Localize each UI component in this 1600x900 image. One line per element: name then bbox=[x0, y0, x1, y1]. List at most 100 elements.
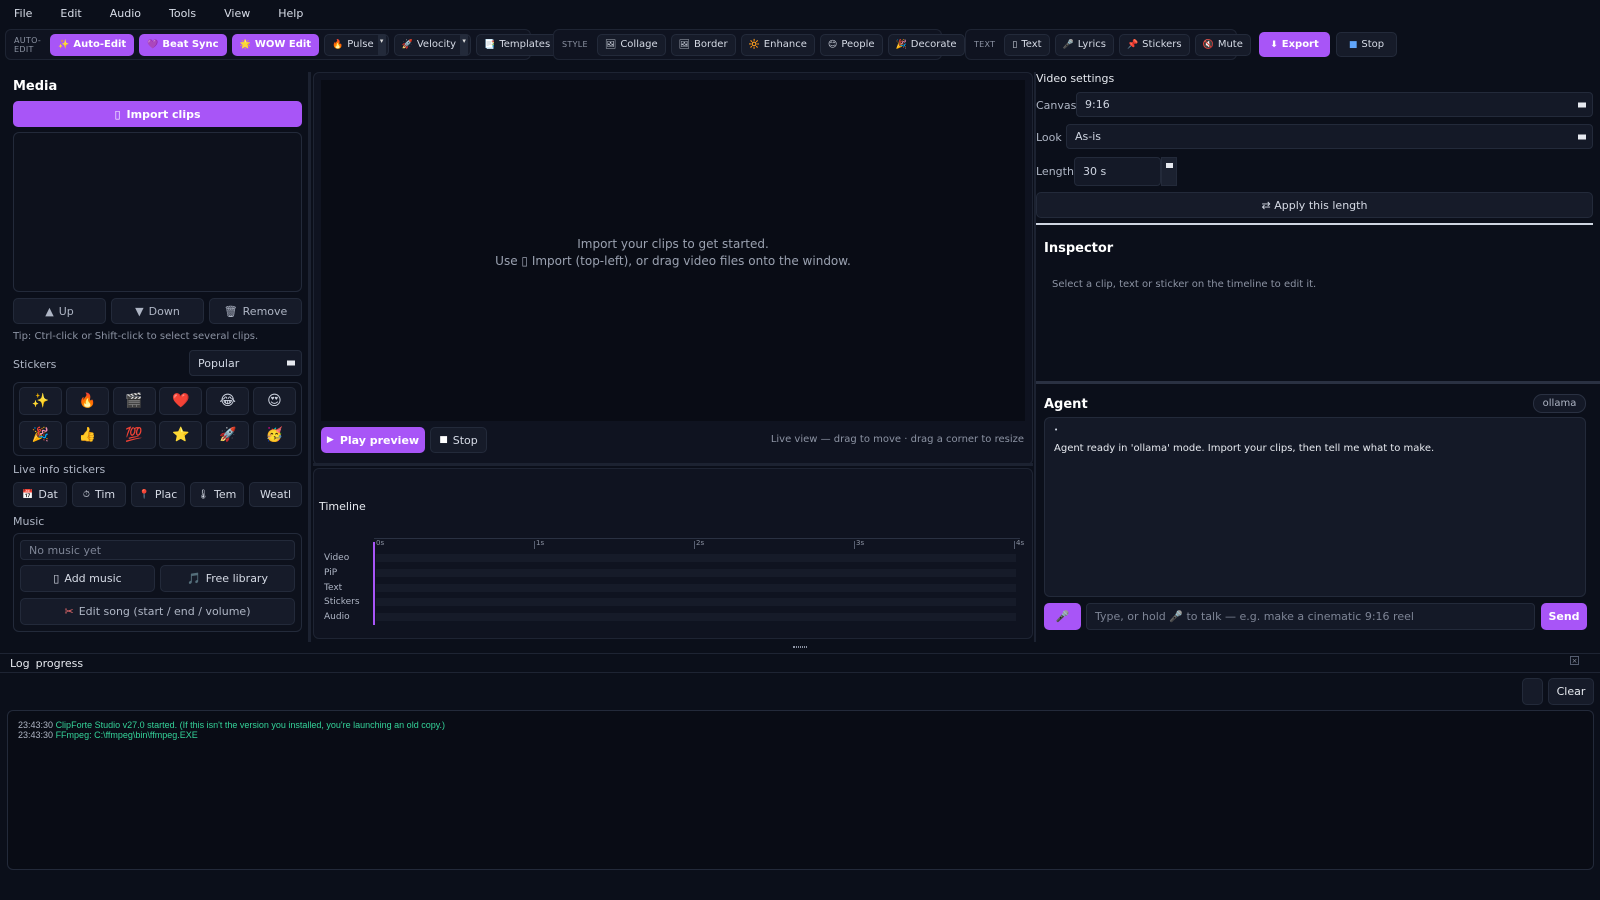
sticker-party[interactable]: 🎉 bbox=[19, 420, 62, 449]
sticker-thumbs-up[interactable]: 👍 bbox=[65, 420, 109, 449]
bottom-splitter-handle[interactable] bbox=[793, 646, 807, 648]
preview-splitter[interactable] bbox=[313, 463, 1033, 466]
people-button[interactable]: 😊 People bbox=[819, 33, 883, 56]
log-options-button[interactable] bbox=[1522, 678, 1543, 705]
log-time: 23:43:30 bbox=[18, 730, 54, 740]
inspector-splitter[interactable] bbox=[1036, 381, 1600, 384]
video-settings-title: Video settings bbox=[1036, 72, 1115, 85]
decorate-button[interactable]: 🎉 Decorate bbox=[887, 33, 965, 56]
thermometer-icon: 🌡 bbox=[197, 489, 210, 500]
track-video[interactable] bbox=[376, 554, 1016, 562]
stop-render-button[interactable]: ■ Stop bbox=[1336, 32, 1397, 57]
menu-edit[interactable]: Edit bbox=[60, 7, 81, 20]
menu-file[interactable]: File bbox=[14, 7, 32, 20]
menu-tools[interactable]: Tools bbox=[169, 7, 196, 20]
mute-button[interactable]: 🔇 Mute bbox=[1194, 33, 1251, 56]
calendar-icon: 📅 bbox=[22, 489, 34, 500]
download-icon: ⬇ bbox=[1270, 39, 1278, 50]
enhance-button[interactable]: 🔆 Enhance bbox=[740, 33, 815, 56]
right-splitter[interactable] bbox=[1034, 72, 1036, 642]
sticker-rocket[interactable]: 🚀 bbox=[206, 420, 250, 449]
tick-label-1s: 1s bbox=[536, 539, 545, 547]
edit-song-button[interactable]: ✂ Edit song (start / end / volume) bbox=[20, 598, 295, 625]
log-output: 23:43:30 ClipForte Studio v27.0 started.… bbox=[7, 710, 1594, 870]
apply-length-button[interactable]: ⇄ Apply this length bbox=[1036, 192, 1593, 218]
stickers-button[interactable]: 📌 Stickers bbox=[1118, 33, 1190, 56]
live-time-label: Tim bbox=[94, 488, 116, 501]
sticker-star[interactable]: ⭐ bbox=[159, 420, 203, 449]
sticker-heart[interactable]: ❤️ bbox=[159, 387, 203, 415]
border-button[interactable]: 🖼 Border bbox=[670, 33, 736, 56]
live-temp-button[interactable]: 🌡 Tem bbox=[190, 482, 244, 507]
canvas-select[interactable]: 9:16 bbox=[1076, 92, 1593, 117]
media-list[interactable] bbox=[13, 132, 302, 292]
sticker-party-face[interactable]: 🥳 bbox=[252, 420, 296, 449]
menu-view[interactable]: View bbox=[224, 7, 250, 20]
tab-log[interactable]: Log bbox=[10, 657, 30, 670]
velocity-dropdown[interactable]: 🚀 Velocity ▾ bbox=[393, 33, 472, 56]
stop-preview-button[interactable]: ■ Stop bbox=[430, 427, 487, 453]
templates-button[interactable]: 📑 Templates bbox=[476, 33, 559, 56]
sticker-clapper[interactable]: 🎬 bbox=[112, 387, 156, 415]
wow-edit-button[interactable]: 🌟 WOW Edit bbox=[231, 33, 320, 56]
auto-edit-button[interactable]: ✨ Auto-Edit bbox=[50, 33, 135, 56]
sticker-heart-eyes[interactable]: 😍 bbox=[252, 387, 296, 415]
menu-help[interactable]: Help bbox=[278, 7, 303, 20]
text-button[interactable]: ▯ Text bbox=[1004, 33, 1050, 56]
playhead[interactable] bbox=[373, 542, 375, 625]
live-weather-button[interactable]: Weatl bbox=[249, 482, 302, 507]
menu-audio[interactable]: Audio bbox=[110, 7, 141, 20]
collage-button[interactable]: 🖼 Collage bbox=[596, 33, 666, 56]
clear-log-button[interactable]: Clear bbox=[1548, 678, 1594, 705]
log-text: FFmpeg: C:\ffmpeg\bin\ffmpeg.EXE bbox=[55, 730, 198, 740]
log-line: 23:43:30 FFmpeg: C:\ffmpeg\bin\ffmpeg.EX… bbox=[18, 730, 198, 740]
import-clips-button[interactable]: ▯ Import clips bbox=[13, 101, 302, 127]
track-pip[interactable] bbox=[376, 569, 1016, 577]
pulse-label: Pulse bbox=[347, 39, 374, 50]
tab-progress[interactable]: progress bbox=[36, 657, 84, 670]
music-track-field: No music yet bbox=[20, 540, 295, 560]
sticker-laugh[interactable]: 😂 bbox=[206, 387, 250, 415]
live-date-button[interactable]: 📅 Dat bbox=[13, 482, 67, 507]
mic-button[interactable]: 🎤 bbox=[1044, 603, 1081, 630]
length-stepper[interactable] bbox=[1161, 157, 1177, 186]
chevron-down-icon[interactable]: ▾ bbox=[377, 33, 386, 56]
left-splitter[interactable] bbox=[308, 72, 311, 642]
track-audio[interactable] bbox=[376, 613, 1016, 621]
undock-icon[interactable]: × bbox=[1570, 656, 1579, 665]
sticker-category-select[interactable]: Popular bbox=[189, 350, 302, 376]
track-label-stickers: Stickers bbox=[324, 597, 360, 607]
sticker-sparkles[interactable]: ✨ bbox=[19, 387, 62, 415]
pulse-dropdown[interactable]: 🔥 Pulse ▾ bbox=[324, 33, 389, 56]
stepper-up-icon[interactable] bbox=[1166, 163, 1173, 168]
track-label-text: Text bbox=[324, 583, 343, 593]
templates-label: Templates bbox=[499, 39, 551, 50]
add-music-button[interactable]: ▯ Add music bbox=[20, 565, 155, 592]
chevron-down-icon[interactable]: ▾ bbox=[460, 33, 469, 56]
free-library-button[interactable]: 🎵 Free library bbox=[160, 565, 295, 592]
beat-sync-button[interactable]: 💜 Beat Sync bbox=[139, 33, 227, 56]
move-up-button[interactable]: ▲ Up bbox=[13, 298, 106, 324]
sticker-100[interactable]: 💯 bbox=[112, 420, 156, 449]
live-time-button[interactable]: ⏱ Tim bbox=[72, 482, 126, 507]
play-preview-button[interactable]: ▶ Play preview bbox=[321, 427, 425, 453]
agent-input[interactable]: Type, or hold 🎤 to talk — e.g. make a ci… bbox=[1086, 603, 1535, 630]
canvas-label: Canvas bbox=[1036, 99, 1077, 112]
sticker-fire[interactable]: 🔥 bbox=[65, 387, 109, 415]
agent-message: Agent ready in 'ollama' mode. Import you… bbox=[1054, 443, 1435, 454]
export-button[interactable]: ⬇ Export bbox=[1259, 32, 1330, 57]
live-place-button[interactable]: 📍 Plac bbox=[131, 482, 185, 507]
collage-label: Collage bbox=[620, 39, 658, 50]
decorate-label: Decorate bbox=[910, 39, 957, 50]
scissors-icon: ✂ bbox=[64, 605, 74, 618]
look-select[interactable]: As-is bbox=[1066, 124, 1593, 149]
agent-bullet: • bbox=[1054, 426, 1059, 434]
length-spinbox[interactable]: 30 s bbox=[1074, 157, 1161, 186]
track-text[interactable] bbox=[376, 584, 1016, 592]
move-down-button[interactable]: ▼ Down bbox=[111, 298, 204, 324]
remove-clip-button[interactable]: 🗑 Remove bbox=[209, 298, 302, 324]
play-icon: ▶ bbox=[326, 435, 334, 445]
lyrics-button[interactable]: 🎤 Lyrics bbox=[1054, 33, 1114, 56]
send-button[interactable]: Send bbox=[1541, 603, 1587, 630]
track-stickers[interactable] bbox=[376, 598, 1016, 606]
